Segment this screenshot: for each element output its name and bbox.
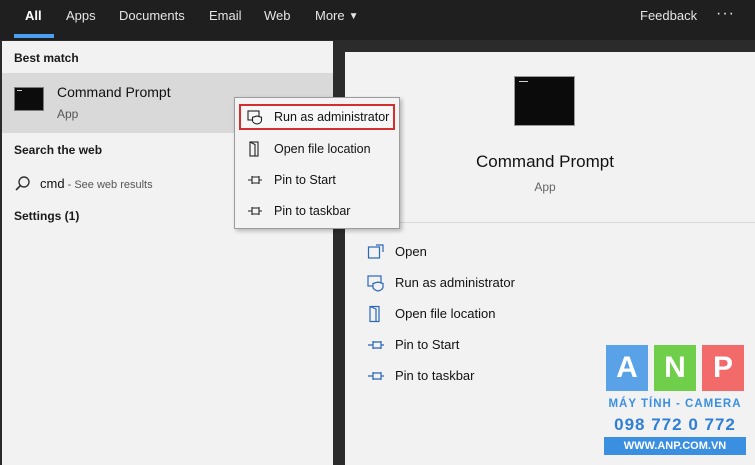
- pin-icon: [248, 176, 262, 184]
- web-search-text: cmd - See web results: [40, 176, 153, 191]
- watermark-tagline: MÁY TÍNH - CAMERA: [608, 398, 742, 410]
- watermark-letter-a: A: [606, 345, 648, 391]
- tab-more[interactable]: More ▼: [315, 0, 359, 36]
- web-search-query: cmd: [40, 176, 65, 191]
- best-match-header: Best match: [14, 51, 79, 65]
- app-title: Command Prompt: [476, 152, 614, 171]
- command-prompt-icon: [514, 76, 575, 126]
- chevron-down-icon: ▼: [348, 11, 359, 22]
- menu-item-open-file-location[interactable]: Open file location: [239, 136, 395, 162]
- search-icon: [15, 176, 30, 191]
- tab-more-label: More: [315, 8, 345, 23]
- menu-item-pin-to-taskbar[interactable]: Pin to taskbar: [239, 198, 395, 224]
- menu-item-pin-to-start[interactable]: Pin to Start: [239, 167, 395, 193]
- action-pin-to-start-label: Pin to Start: [395, 337, 460, 352]
- settings-header[interactable]: Settings (1): [14, 209, 79, 223]
- action-run-as-admin-label: Run as administrator: [395, 275, 515, 290]
- pin-icon: [368, 372, 384, 380]
- anp-watermark-logo: A N P MÁY TÍNH - CAMERA 098 772 0 772 WW…: [604, 343, 746, 461]
- watermark-url: WWW.ANP.COM.VN: [604, 437, 746, 455]
- search-tab-bar: All Apps Documents Email Web More ▼ Feedb…: [0, 0, 755, 40]
- watermark-phone: 098 772 0 772: [614, 415, 736, 434]
- open-icon: [367, 244, 384, 259]
- best-match-title: Command Prompt: [57, 84, 171, 100]
- action-pin-to-taskbar-label: Pin to taskbar: [395, 368, 475, 383]
- menu-item-run-as-admin[interactable]: Run as administrator: [239, 104, 395, 130]
- menu-item-pin-to-taskbar-label: Pin to taskbar: [274, 204, 351, 218]
- action-open-file-location-label: Open file location: [395, 306, 496, 321]
- active-tab-indicator: [14, 34, 54, 38]
- watermark-letter-p: P: [702, 345, 744, 391]
- shield-icon: [247, 110, 263, 125]
- app-subtitle: App: [534, 180, 556, 194]
- pin-icon: [248, 207, 262, 215]
- divider: [345, 222, 755, 223]
- more-options-icon[interactable]: ···: [716, 0, 735, 34]
- tab-apps[interactable]: Apps: [66, 0, 96, 36]
- file-location-icon: [249, 141, 259, 157]
- search-web-header: Search the web: [14, 143, 103, 157]
- menu-item-open-file-location-label: Open file location: [274, 142, 371, 156]
- command-prompt-icon: [14, 87, 44, 111]
- tab-documents[interactable]: Documents: [119, 0, 185, 36]
- shield-icon: [367, 275, 384, 292]
- tab-web[interactable]: Web: [264, 0, 291, 36]
- pin-icon: [368, 341, 384, 349]
- feedback-button[interactable]: Feedback: [640, 0, 697, 36]
- tab-all[interactable]: All: [25, 0, 42, 36]
- action-open-label: Open: [395, 244, 427, 259]
- menu-item-pin-to-start-label: Pin to Start: [274, 173, 336, 187]
- watermark-letter-n: N: [654, 345, 696, 391]
- file-location-icon: [369, 305, 380, 323]
- menu-item-run-as-admin-label: Run as administrator: [274, 110, 390, 124]
- web-search-hint: - See web results: [64, 179, 153, 191]
- best-match-subtitle: App: [57, 107, 79, 121]
- tab-email[interactable]: Email: [209, 0, 242, 36]
- context-menu: Run as administrator Open file location …: [234, 97, 400, 229]
